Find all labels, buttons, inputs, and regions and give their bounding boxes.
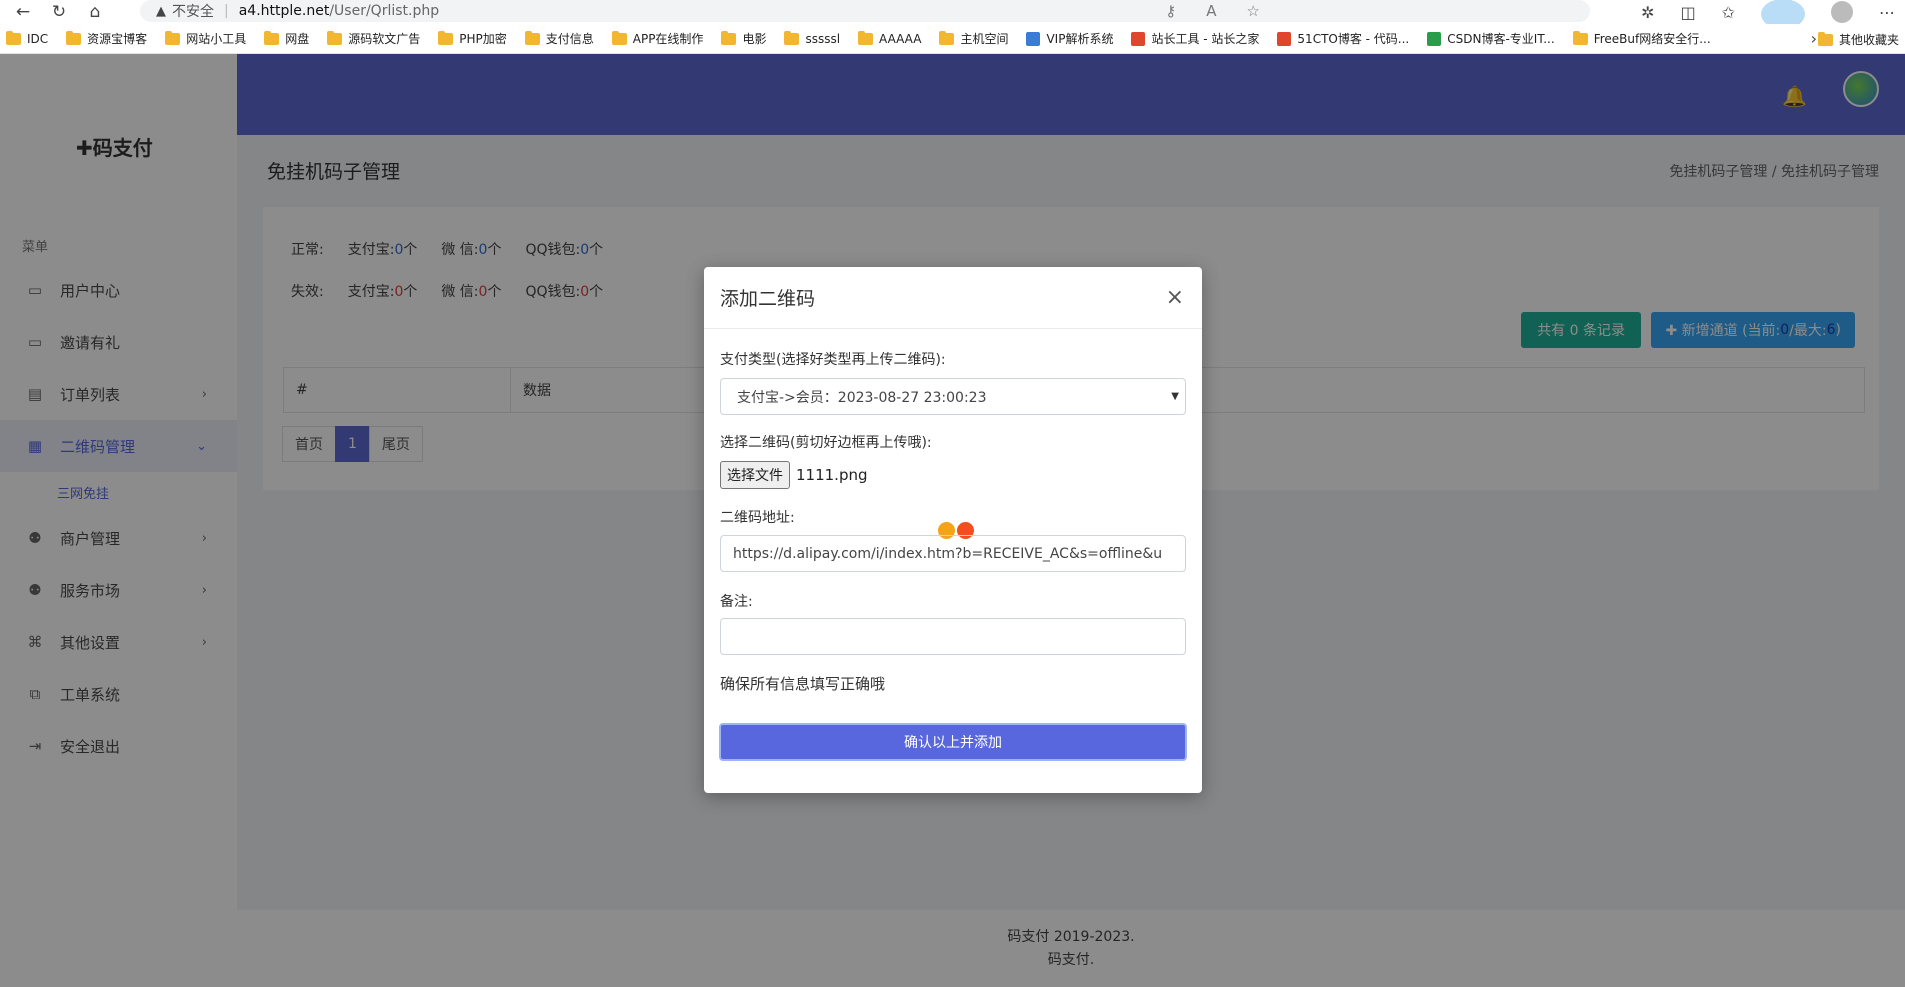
confirm-add-button[interactable]: 确认以上并添加 [719,723,1187,761]
extensions-icon[interactable]: ✲ [1641,3,1654,22]
modal-title: 添加二维码 [720,288,816,310]
form-hint: 确保所有信息填写正确哦 [720,675,886,693]
qrcode-url-input[interactable]: https://d.alipay.com/i/index.htm?b=RECEI… [720,535,1186,572]
back-icon[interactable]: ← [10,1,36,23]
bookmark-item[interactable]: FreeBuf网络安全行... [1572,30,1711,47]
folder-icon [1817,31,1833,46]
url-actions: ⚷ A ☆ [1165,2,1260,20]
bookmark-item[interactable]: AAAAA [858,30,922,46]
modal-header: 添加二维码 × [704,267,1202,329]
chevron-down-icon: ▼ [1171,391,1179,402]
note-label: 备注: [720,594,753,610]
bookmark-label: 源码软文广告 [348,32,421,46]
bookmark-item[interactable]: 主机空间 [939,30,1008,47]
bookmark-item[interactable]: 资源宝博客 [66,30,147,47]
bookmark-label: VIP解析系统 [1046,32,1114,46]
bookmark-item[interactable]: 网站小工具 [165,30,246,47]
favicon-icon [1026,31,1041,46]
bookmark-item[interactable]: 网盘 [264,30,309,47]
folder-icon [1572,30,1588,45]
folder-icon [721,30,737,45]
bookmark-label: IDC [27,31,49,46]
bookmark-item[interactable]: 51CTO博客 - 代码... [1277,30,1409,47]
url-separator: | [224,3,229,19]
bookmark-item[interactable]: CSDN博客-专业IT... [1427,30,1555,47]
bookmark-label: PHP加密 [459,32,507,46]
split-screen-icon[interactable]: ◫ [1680,3,1695,22]
folder-icon [165,30,181,45]
favicon-icon [1131,31,1146,46]
bookmark-label: 网站小工具 [186,32,247,46]
folder-icon [438,30,454,45]
close-icon[interactable]: × [1166,285,1184,310]
address-bar[interactable]: ▲ 不安全 | a4.httple.net/User/Qrlist.php ⚷ … [140,0,1590,22]
qrcode-file-input: 选择文件 1111.png [720,461,868,489]
bookmark-item[interactable]: PHP加密 [438,30,507,47]
bookmark-item[interactable]: IDC [6,30,49,46]
key-icon[interactable]: ⚷ [1165,2,1176,20]
other-bookmarks[interactable]: 其他收藏夹 [1817,31,1899,48]
note-input[interactable] [720,618,1186,655]
folder-icon [6,30,21,45]
bookmark-label: FreeBuf网络安全行... [1593,32,1711,46]
payment-type-label: 支付类型(选择好类型再上传二维码): [720,352,946,368]
insecure-label: 不安全 [172,4,214,20]
bookmark-label: 主机空间 [960,32,1009,46]
more-icon[interactable]: ⋯ [1879,3,1895,22]
url-host: a4.httple.net [238,3,330,19]
bookmark-label: 51CTO博客 - 代码... [1297,32,1410,46]
bookmark-label: 站长工具 - 站长之家 [1151,32,1260,46]
browser-toolbar: ← ↻ ⌂ ▲ 不安全 | a4.httple.net/User/Qrlist.… [0,0,1905,29]
qrcode-url-label: 二维码地址: [720,510,795,526]
profile-avatar[interactable] [1831,1,1853,23]
bookmark-label: 电影 [742,32,767,46]
reload-icon[interactable]: ↻ [46,1,72,23]
payment-type-select[interactable]: 支付宝->会员：2023-08-27 23:00:23 ▼ [720,378,1186,415]
bookmark-item[interactable]: 电影 [721,30,766,47]
bookmark-item[interactable]: APP在线制作 [611,30,704,47]
folder-icon [939,30,955,45]
bookmark-label: CSDN博客-专业IT... [1447,32,1555,46]
bookmarks-bar: IDC 资源宝博客 网站小工具 网盘 源码软文广告 PHP加密 支付信息 APP在线制作 电影 s… [0,24,1905,54]
folder-icon [524,30,540,45]
browser-actions: ✲ ◫ ✩ ⋯ [1641,0,1895,29]
favicon-icon [1277,31,1292,46]
bookmark-label: 其他收藏夹 [1838,33,1899,47]
bookmark-item[interactable]: 站长工具 - 站长之家 [1131,30,1259,47]
bookmark-label: APP在线制作 [632,32,704,46]
favorites-icon[interactable]: ✩ [1722,3,1735,22]
bookmark-label: 支付信息 [545,32,594,46]
bookmark-item[interactable]: 支付信息 [524,30,594,47]
file-name: 1111.png [796,466,868,484]
bookmark-item[interactable]: sssssl [784,30,841,46]
warning-icon: ▲ [156,3,166,19]
bookmark-label: 资源宝博客 [87,32,148,46]
folder-icon [66,30,82,45]
bookmark-label: 网盘 [285,32,310,46]
bookmark-item[interactable]: 源码软文广告 [327,30,420,47]
star-icon[interactable]: ☆ [1247,2,1260,20]
bookmarks-overflow-icon[interactable]: › [1811,29,1817,48]
read-aloud-icon[interactable]: A [1206,2,1216,20]
bookmark-item[interactable]: VIP解析系统 [1026,30,1113,47]
choose-file-button[interactable]: 选择文件 [720,461,790,489]
folder-icon [611,30,627,45]
folder-icon [264,30,280,45]
bookmark-label: sssssl [805,31,841,46]
folder-icon [784,30,800,45]
qrcode-file-label: 选择二维码(剪切好边框再上传哦): [720,435,932,451]
bookmark-label: AAAAA [879,31,922,46]
folder-icon [858,30,874,45]
url-path: /User/Qrlist.php [329,3,440,19]
home-icon[interactable]: ⌂ [82,1,108,23]
add-qrcode-modal: 添加二维码 × 支付类型(选择好类型再上传二维码): 支付宝->会员：2023-… [704,267,1202,793]
folder-icon [327,30,343,45]
payment-type-value: 支付宝->会员：2023-08-27 23:00:23 [737,389,987,406]
favicon-icon [1427,31,1442,46]
